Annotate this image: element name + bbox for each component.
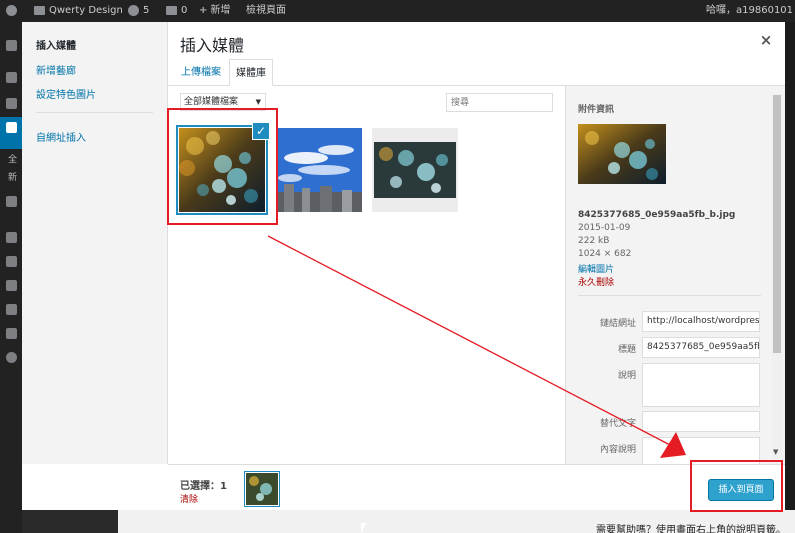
mouse-cursor: [361, 523, 366, 533]
annotation-arrow: [267, 235, 686, 458]
